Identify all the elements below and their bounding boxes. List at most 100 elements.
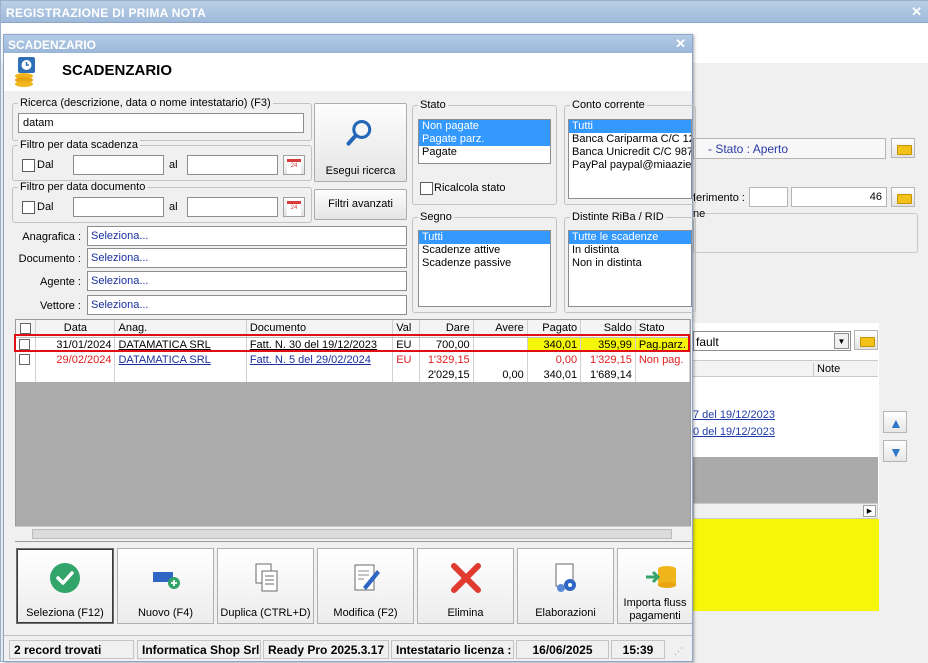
- cell-dare: 1'329,15: [419, 352, 474, 367]
- grid-horizontal-scrollbar[interactable]: [15, 526, 691, 541]
- distinte-item[interactable]: Non in distinta: [569, 257, 691, 270]
- column-header[interactable]: Val: [392, 320, 420, 338]
- agente-selector[interactable]: Seleziona...: [87, 271, 407, 291]
- segno-listbox[interactable]: Tutti Scadenze attive Scadenze passive: [418, 230, 551, 307]
- documento-dal-checkbox[interactable]: [22, 201, 35, 214]
- select-all-checkbox[interactable]: [20, 322, 32, 334]
- duplica-button[interactable]: Duplica (CTRL+D): [217, 548, 314, 624]
- seleziona-label: Seleziona (F12): [26, 607, 104, 619]
- table-row[interactable]: 29/02/2024 DATAMATICA SRL Fatt. N. 5 del…: [16, 352, 690, 367]
- segno-item[interactable]: Scadenze passive: [419, 257, 550, 270]
- riferimento-input-2[interactable]: 46: [791, 187, 887, 207]
- records-count: 2 record trovati: [9, 640, 134, 659]
- check-icon: [50, 563, 80, 593]
- row-checkbox-cell[interactable]: [16, 337, 37, 352]
- search-input[interactable]: datam: [18, 113, 304, 133]
- cell-anag-link[interactable]: DATAMATICA SRL: [114, 352, 247, 367]
- row-checkbox[interactable]: [19, 339, 30, 351]
- conto-item[interactable]: Banca Cariparma C/C 12: [569, 133, 691, 146]
- modifica-button[interactable]: Modifica (F2): [317, 548, 414, 624]
- modifica-label: Modifica (F2): [333, 607, 398, 619]
- duplica-label: Duplica (CTRL+D): [220, 607, 311, 619]
- conto-item[interactable]: Banca Unicredit C/C 9870: [569, 146, 691, 159]
- table-row[interactable]: 31/01/2024 DATAMATICA SRL Fatt. N. 30 de…: [16, 337, 690, 352]
- segno-item[interactable]: Scadenze attive: [419, 244, 550, 257]
- background-combo[interactable]: fault ▼: [693, 331, 851, 351]
- scadenza-al-input[interactable]: [187, 155, 278, 175]
- move-down-button[interactable]: ▼: [883, 440, 907, 462]
- segno-item[interactable]: Tutti: [419, 231, 550, 244]
- distinte-item[interactable]: Tutte le scadenze: [569, 231, 691, 244]
- documento-selector[interactable]: Seleziona...: [87, 248, 407, 268]
- elaborazioni-button[interactable]: Elaborazioni: [517, 548, 614, 624]
- stato-item-pagate-parz[interactable]: Pagate parz.: [419, 133, 550, 146]
- conto-item[interactable]: PayPal paypal@miaazien: [569, 159, 691, 172]
- conto-item[interactable]: Tutti: [569, 120, 691, 133]
- advanced-filters-button[interactable]: Filtri avanzati: [314, 189, 407, 220]
- seleziona-button[interactable]: Seleziona (F12): [16, 548, 114, 624]
- note-column-header: Note: [813, 363, 840, 377]
- column-header[interactable]: Stato: [635, 320, 690, 338]
- scadenza-dal-input[interactable]: [73, 155, 164, 175]
- totals-empty: [114, 367, 247, 382]
- background-doc-link[interactable]: 0 del 19/12/2023: [693, 426, 775, 438]
- cell-documento-link[interactable]: Fatt. N. 30 del 19/12/2023: [246, 337, 394, 352]
- dialog-close-icon[interactable]: ✕: [675, 36, 686, 52]
- scadenze-table: Data Anag. Documento Val Dare Avere Paga…: [16, 320, 690, 382]
- documento-dal-input[interactable]: [73, 197, 164, 217]
- calendar-icon[interactable]: [283, 197, 305, 217]
- background-combo-value: fault: [696, 335, 719, 349]
- row-checkbox[interactable]: [19, 354, 30, 366]
- column-header[interactable]: Avere: [473, 320, 528, 338]
- conto-listbox[interactable]: Tutti Banca Cariparma C/C 12 Banca Unicr…: [568, 119, 692, 199]
- cell-pagato: 0,00: [527, 352, 582, 367]
- scroll-right-icon[interactable]: ▶: [863, 505, 876, 517]
- folder-icon[interactable]: [891, 138, 915, 158]
- resize-grip-icon[interactable]: ⋰: [674, 646, 683, 657]
- vettore-label: Vettore :: [40, 300, 81, 312]
- column-header[interactable]: Pagato: [527, 320, 582, 338]
- scadenza-dal-label: Dal: [37, 159, 54, 171]
- column-header[interactable]: Dare: [419, 320, 474, 338]
- search-button[interactable]: Esegui ricerca: [314, 103, 407, 182]
- cell-data: 29/02/2024: [35, 352, 116, 367]
- dialog-titlebar: SCADENZARIO ✕: [4, 35, 692, 53]
- column-header-select[interactable]: [16, 320, 37, 338]
- total-saldo: 1'689,14: [580, 367, 636, 382]
- stato-item-non-pagate[interactable]: Non pagate: [419, 120, 550, 133]
- nuovo-button[interactable]: Nuovo (F4): [117, 548, 214, 624]
- documento-dal-label: Dal: [37, 201, 54, 213]
- background-doc-link[interactable]: 7 del 19/12/2023: [693, 409, 775, 421]
- row-checkbox-cell[interactable]: [16, 352, 37, 367]
- scadenza-dal-checkbox[interactable]: [22, 159, 35, 172]
- column-header[interactable]: Data: [35, 320, 116, 338]
- calendar-icon[interactable]: [283, 155, 305, 175]
- documento-al-input[interactable]: [187, 197, 278, 217]
- column-header[interactable]: Saldo: [580, 320, 636, 338]
- column-header[interactable]: Documento: [246, 320, 394, 338]
- ricalcola-stato-checkbox[interactable]: [420, 182, 433, 195]
- cell-documento-link[interactable]: Fatt. N. 5 del 29/02/2024: [246, 352, 394, 367]
- importa-flussi-button[interactable]: Importa fluss pagamenti: [617, 548, 692, 624]
- stato-item-pagate[interactable]: Pagate: [419, 146, 550, 159]
- agente-label: Agente :: [40, 276, 81, 288]
- move-up-button[interactable]: ▲: [883, 411, 907, 433]
- distinte-listbox[interactable]: Tutte le scadenze In distinta Non in dis…: [568, 230, 692, 307]
- stato-listbox[interactable]: Non pagate Pagate parz. Pagate: [418, 119, 551, 164]
- riferimento-input-1[interactable]: [749, 187, 788, 207]
- anagrafica-selector[interactable]: Seleziona...: [87, 226, 407, 246]
- column-header[interactable]: Anag.: [114, 320, 247, 338]
- chevron-down-icon[interactable]: ▼: [834, 333, 849, 349]
- new-icon: [152, 572, 180, 589]
- scrollbar-thumb[interactable]: [32, 529, 672, 539]
- import-icon: [646, 566, 676, 588]
- distinte-item[interactable]: In distinta: [569, 244, 691, 257]
- background-scrollbar[interactable]: ▶: [693, 503, 878, 519]
- cell-stato: Pag.parz.: [635, 337, 690, 352]
- cell-anag-link[interactable]: DATAMATICA SRL: [114, 337, 247, 352]
- vettore-selector[interactable]: Seleziona...: [87, 295, 407, 315]
- elimina-button[interactable]: Elimina: [417, 548, 514, 624]
- background-close-icon[interactable]: ✕: [911, 4, 922, 20]
- folder-icon[interactable]: [891, 187, 915, 207]
- folder-icon[interactable]: [854, 330, 878, 350]
